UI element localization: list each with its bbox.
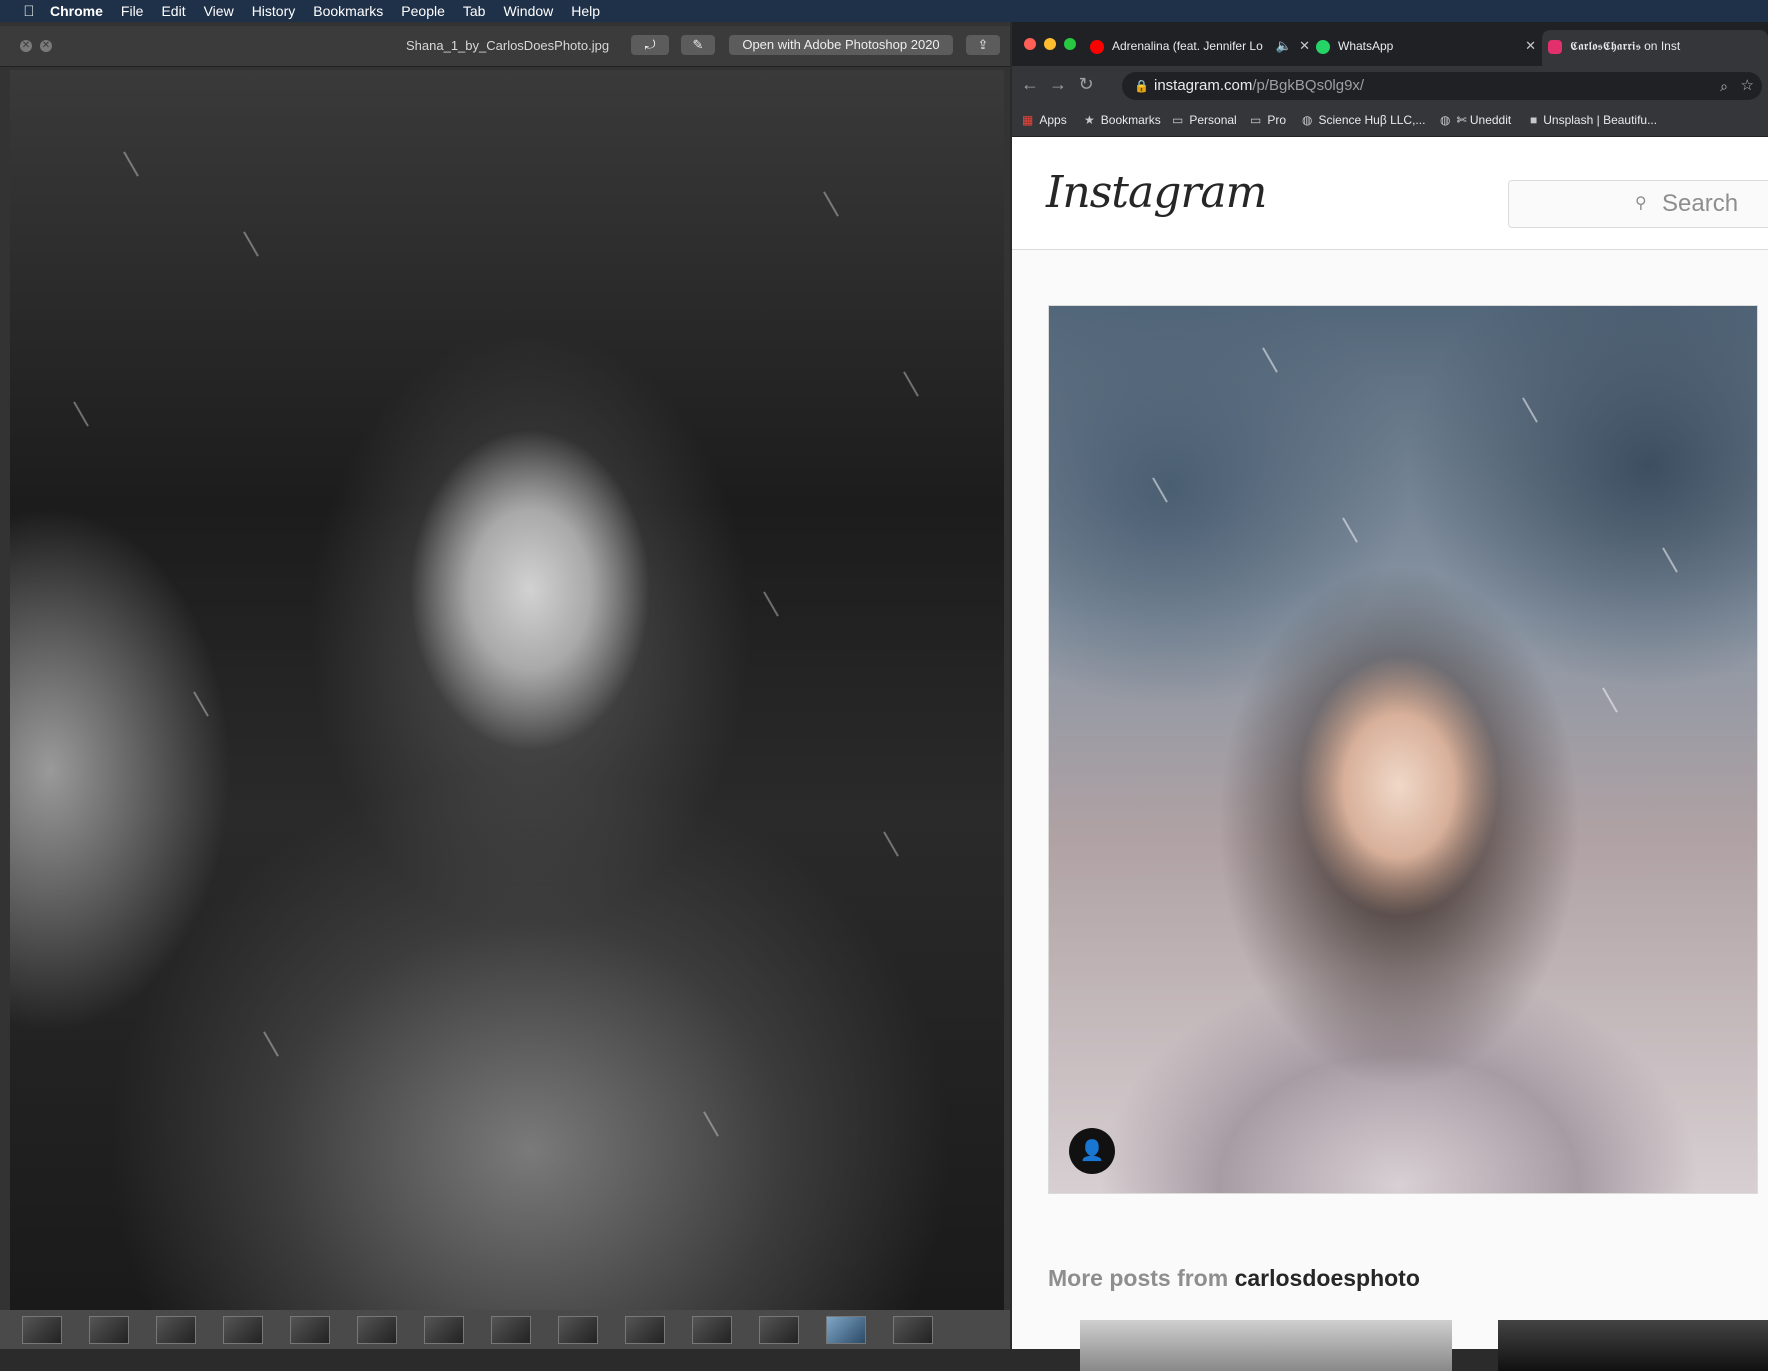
bookmark-star-icon[interactable]: ☆ bbox=[1741, 72, 1754, 100]
filmstrip-thumb[interactable] bbox=[491, 1315, 531, 1344]
preview-image bbox=[10, 70, 1004, 1310]
menu-window[interactable]: Window bbox=[503, 3, 553, 19]
filmstrip-thumb[interactable] bbox=[893, 1315, 933, 1344]
preview-filename: Shana_1_by_CarlosDoesPhoto.jpg bbox=[406, 38, 610, 53]
bookmark-label: ✄ Uneddit bbox=[1456, 113, 1512, 127]
bookmark-label: Science Huβ LLC,... bbox=[1318, 113, 1426, 127]
filmstrip-thumb[interactable] bbox=[759, 1315, 799, 1344]
close-window-button[interactable] bbox=[1024, 38, 1036, 50]
filmstrip-thumb[interactable] bbox=[156, 1315, 196, 1344]
preview-toolbar: ✕ ✕ Shana_1_by_CarlosDoesPhoto.jpg ⤾ ✎ O… bbox=[0, 26, 1010, 67]
filmstrip-thumb-selected[interactable] bbox=[826, 1315, 866, 1344]
open-with-button[interactable]: Open with Adobe Photoshop 2020 bbox=[729, 35, 953, 55]
chrome-window: Adrenalina (feat. Jennifer Lo 🔈 ✕ WhatsA… bbox=[1012, 22, 1768, 1371]
menu-view[interactable]: View bbox=[204, 3, 234, 19]
star-icon: ★ bbox=[1084, 113, 1095, 127]
bookmark-personal[interactable]: ▭ Personal bbox=[1172, 113, 1237, 127]
globe-icon: ◍ bbox=[1302, 113, 1313, 127]
search-placeholder: Search bbox=[1662, 190, 1739, 217]
reload-icon[interactable]: ↻ bbox=[1076, 74, 1096, 95]
minimize-window-button[interactable] bbox=[1044, 38, 1056, 50]
filmstrip-thumb[interactable] bbox=[692, 1315, 732, 1344]
apple-icon[interactable]:  bbox=[18, 3, 40, 20]
bookmark-label: Personal bbox=[1189, 113, 1237, 127]
tab-title: WhatsApp bbox=[1338, 39, 1394, 53]
bookmark-apps[interactable]: ▦ Apps bbox=[1022, 113, 1067, 127]
search-input[interactable]: ⚲ Search bbox=[1508, 180, 1768, 228]
menu-help[interactable]: Help bbox=[571, 3, 600, 19]
lock-icon[interactable]: 🔒 bbox=[1134, 72, 1149, 100]
back-icon[interactable]: ← bbox=[1020, 74, 1040, 95]
bookmark-bookmarks[interactable]: ★ Bookmarks bbox=[1084, 113, 1161, 127]
browser-toolbar: ← → ↻ 🔒 instagram.com/p/BgkBQs0lg9x/ ⌕ ☆ bbox=[1012, 66, 1768, 106]
filmstrip-thumb[interactable] bbox=[357, 1315, 397, 1344]
rotate-icon[interactable]: ⤾ bbox=[631, 35, 669, 55]
address-bar[interactable]: 🔒 instagram.com/p/BgkBQs0lg9x/ ⌕ ☆ bbox=[1122, 72, 1762, 100]
bookmark-pro[interactable]: ▭ Pro bbox=[1250, 113, 1286, 127]
post-image[interactable]: 👤 bbox=[1048, 305, 1758, 1194]
speaker-icon[interactable]: 🔈 bbox=[1276, 30, 1292, 62]
close-icon[interactable]: ✕ bbox=[20, 40, 32, 52]
instagram-header: Instagram ⚲ Search bbox=[1012, 137, 1768, 250]
more-posts-username[interactable]: carlosdoesphoto bbox=[1235, 1265, 1420, 1291]
apps-grid-icon: ▦ bbox=[1022, 113, 1034, 127]
folder-icon: ▭ bbox=[1250, 113, 1262, 127]
bookmark-label: Pro bbox=[1267, 113, 1287, 127]
filmstrip-thumb[interactable] bbox=[558, 1315, 598, 1344]
whatsapp-icon bbox=[1316, 39, 1330, 54]
tab-bar: Adrenalina (feat. Jennifer Lo 🔈 ✕ WhatsA… bbox=[1012, 22, 1768, 66]
menu-app-name[interactable]: Chrome bbox=[50, 3, 103, 19]
zoom-icon[interactable]: ⌕ bbox=[1720, 72, 1728, 100]
tab-title: Adrenalina (feat. Jennifer Lo bbox=[1112, 39, 1263, 53]
bookmark-science-hub[interactable]: ◍ Science Huβ LLC,... bbox=[1302, 113, 1425, 127]
filmstrip-thumb[interactable] bbox=[223, 1315, 263, 1344]
menu-tab[interactable]: Tab bbox=[463, 3, 486, 19]
filmstrip-thumb[interactable] bbox=[89, 1315, 129, 1344]
filmstrip-thumb[interactable] bbox=[625, 1315, 665, 1344]
filmstrip-thumb[interactable] bbox=[290, 1315, 330, 1344]
bookmarks-bar: ▦ Apps ★ Bookmarks ▭ Personal ▭ Pro ◍ Science… bbox=[1012, 106, 1768, 137]
filmstrip bbox=[0, 1310, 1010, 1349]
url-host: instagram.com bbox=[1154, 77, 1253, 94]
folder-icon: ▭ bbox=[1172, 113, 1184, 127]
bookmark-label: Bookmarks bbox=[1100, 113, 1161, 127]
more-post-thumb[interactable] bbox=[1080, 1320, 1452, 1371]
user-tag-icon[interactable]: 👤 bbox=[1069, 1128, 1115, 1174]
camera-icon: ■ bbox=[1530, 113, 1538, 127]
filmstrip-thumb[interactable] bbox=[424, 1315, 464, 1344]
forward-icon[interactable]: → bbox=[1048, 74, 1068, 95]
bookmark-unsplash[interactable]: ■ Unsplash | Beautifu... bbox=[1530, 113, 1657, 127]
bookmark-label: Apps bbox=[1039, 113, 1067, 127]
bookmark-uneddit[interactable]: ◍ ✄ Uneddit bbox=[1440, 113, 1511, 127]
markup-icon[interactable]: ✎ bbox=[681, 35, 715, 55]
tab-instagram[interactable]: 𝕮𝖆𝖗𝖑𝖔𝖘𝕮𝖍𝖆𝖗𝖗𝖎𝖘 on Inst bbox=[1542, 30, 1768, 66]
more-posts-heading: More posts from carlosdoesphoto bbox=[1048, 1265, 1420, 1292]
tab-title: 𝕮𝖆𝖗𝖑𝖔𝖘𝕮𝖍𝖆𝖗𝖗𝖎𝖘 on Inst bbox=[1570, 39, 1681, 53]
instagram-icon bbox=[1548, 39, 1562, 54]
fullscreen-icon[interactable]: ✕ bbox=[40, 40, 52, 52]
globe-icon: ◍ bbox=[1440, 113, 1451, 127]
more-posts-prefix: More posts from bbox=[1048, 1265, 1229, 1291]
zoom-window-button[interactable] bbox=[1064, 38, 1076, 50]
preview-window: ✕ ✕ Shana_1_by_CarlosDoesPhoto.jpg ⤾ ✎ O… bbox=[0, 22, 1010, 1349]
close-tab-icon[interactable]: ✕ bbox=[1525, 30, 1536, 62]
search-icon: ⚲ bbox=[1635, 195, 1647, 212]
share-icon[interactable]: ⇪ bbox=[966, 35, 1000, 55]
filmstrip-thumb[interactable] bbox=[22, 1315, 62, 1344]
menu-file[interactable]: File bbox=[121, 3, 144, 19]
close-tab-icon[interactable]: ✕ bbox=[1299, 30, 1310, 62]
url-path: /p/BgkBQs0lg9x/ bbox=[1252, 77, 1365, 94]
tab-whatsapp[interactable]: WhatsApp ✕ bbox=[1316, 30, 1542, 66]
youtube-icon bbox=[1090, 39, 1104, 54]
url-text: instagram.com/p/BgkBQs0lg9x/ bbox=[1154, 72, 1364, 100]
more-post-thumb[interactable] bbox=[1498, 1320, 1768, 1371]
tab-youtube[interactable]: Adrenalina (feat. Jennifer Lo 🔈 ✕ bbox=[1090, 30, 1316, 66]
menu-edit[interactable]: Edit bbox=[161, 3, 185, 19]
menu-bar:  Chrome File Edit View History Bookmark… bbox=[0, 0, 1768, 22]
instagram-logo[interactable]: Instagram bbox=[1046, 167, 1267, 218]
bookmark-label: Unsplash | Beautifu... bbox=[1543, 113, 1658, 127]
menu-bookmarks[interactable]: Bookmarks bbox=[313, 3, 383, 19]
menu-people[interactable]: People bbox=[401, 3, 445, 19]
menu-history[interactable]: History bbox=[252, 3, 296, 19]
